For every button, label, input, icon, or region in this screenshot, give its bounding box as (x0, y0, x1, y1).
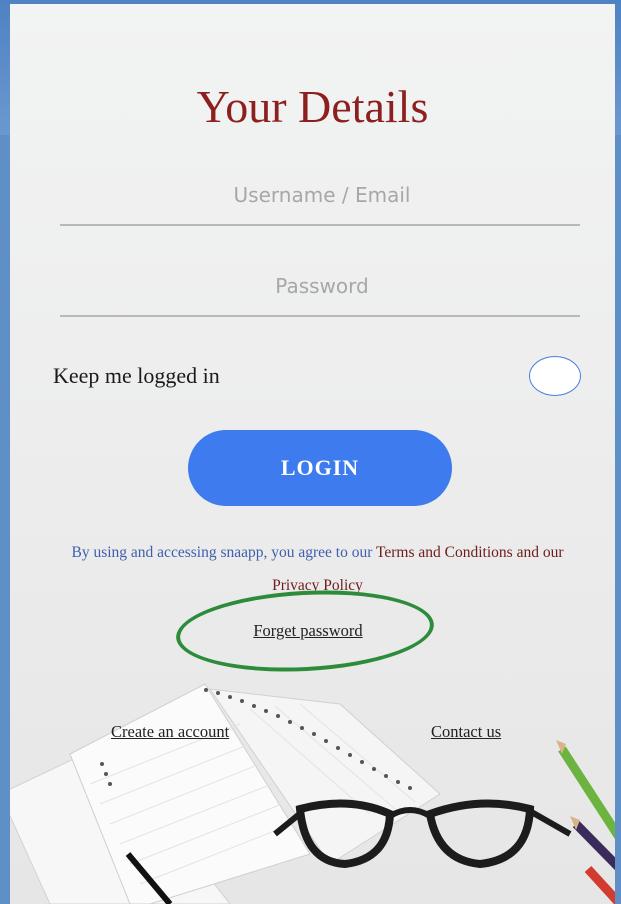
create-account-link[interactable]: Create an account (111, 722, 229, 742)
forgot-password-link[interactable]: Forget password (176, 621, 440, 641)
password-field-container (60, 255, 584, 317)
desk-scene-image (10, 683, 615, 904)
login-panel: Your Details Keep me logged in LOGIN By … (10, 4, 615, 904)
terms-link[interactable]: Terms and Conditions (376, 544, 513, 561)
keep-logged-in-label: Keep me logged in (53, 363, 220, 388)
username-field-container (60, 164, 584, 226)
notebook-illustration (10, 683, 441, 904)
terms-middle: and our (516, 544, 564, 561)
terms-prefix: By using and accessing snaapp, you agree… (71, 544, 373, 561)
username-input[interactable] (60, 164, 584, 226)
login-button[interactable]: LOGIN (188, 430, 452, 506)
page-title: Your Details (196, 81, 429, 132)
contact-us-link[interactable]: Contact us (431, 722, 501, 742)
keep-logged-in-toggle[interactable] (529, 356, 581, 396)
password-input[interactable] (60, 255, 584, 317)
